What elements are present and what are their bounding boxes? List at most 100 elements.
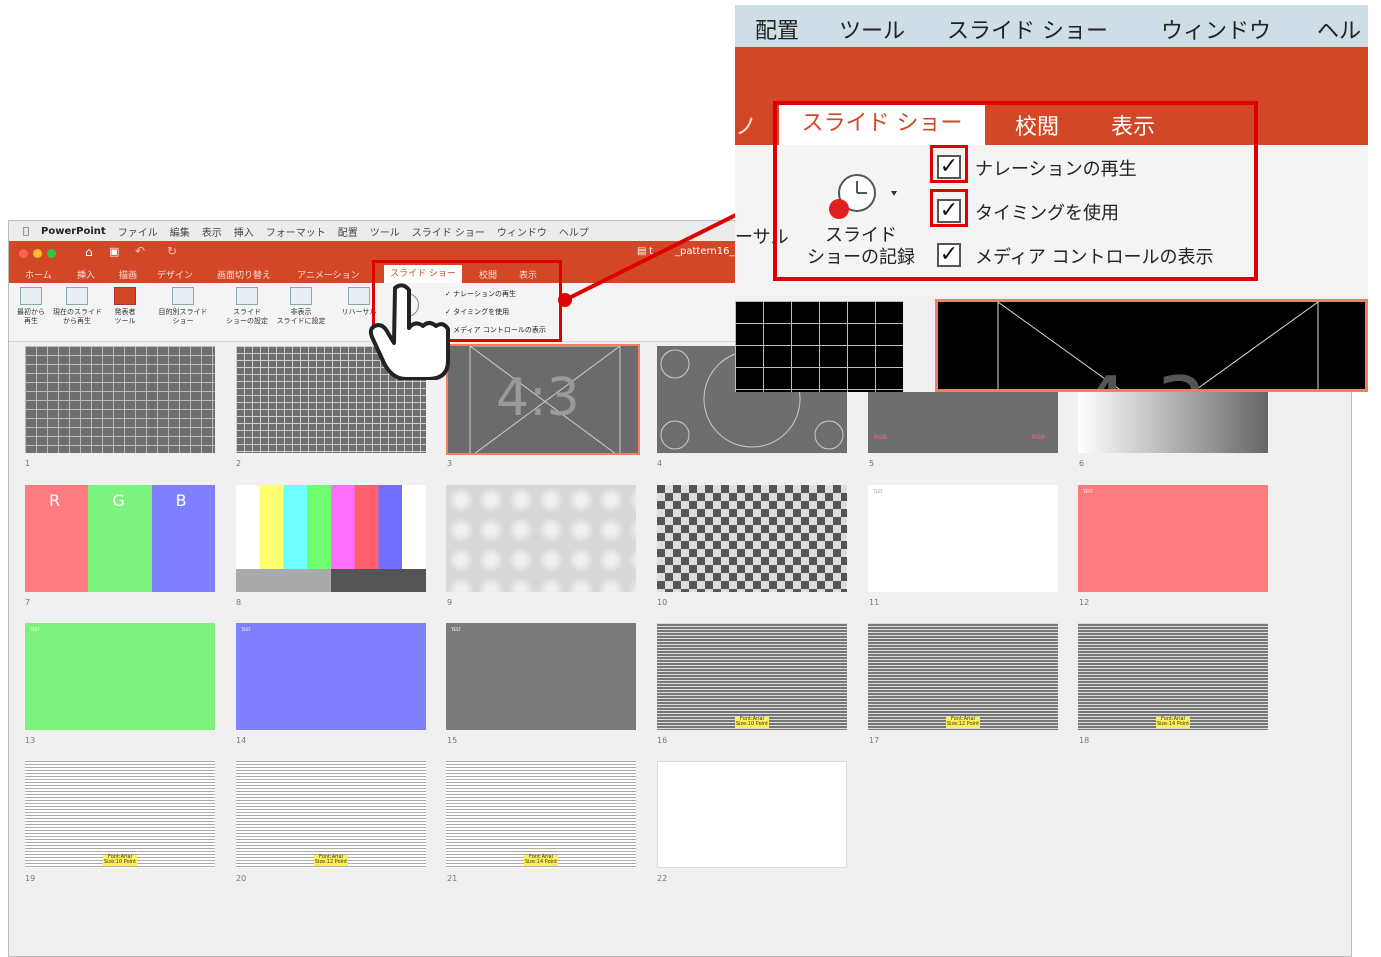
pointing-hand-icon	[368, 283, 450, 380]
tab-transitions[interactable]: 画面切り替え	[217, 268, 271, 281]
slide-thumb[interactable]: Font:Arial Size:10 Point	[657, 623, 847, 730]
slide-number: 5	[869, 459, 875, 468]
slide-thumb-selected[interactable]: 4:3	[446, 344, 640, 455]
font-size-tag: Font:Arial Size:12 Point	[946, 716, 980, 728]
slide-letter-r: R	[25, 485, 89, 592]
menu-tools[interactable]: ツール	[370, 224, 400, 239]
setup-slideshow-button[interactable]: スライド ショーの設定	[223, 287, 271, 326]
custom-show-icon	[172, 287, 194, 305]
slide-number: 22	[657, 874, 668, 883]
slide-thumb[interactable]: Font:Arial Size:14 Point	[446, 761, 636, 868]
close-window-button[interactable]	[19, 249, 28, 258]
menu-slideshow[interactable]: スライド ショー	[412, 224, 485, 239]
tab-home[interactable]: ホーム	[25, 268, 52, 281]
slide-letter-g: G	[88, 485, 152, 592]
slide-number: 19	[25, 874, 36, 883]
slide-number: 17	[869, 736, 880, 745]
home-icon[interactable]: ⌂	[85, 245, 93, 259]
hide-slide-icon	[290, 287, 312, 305]
zoom-window-button[interactable]	[47, 249, 56, 258]
zoom-menu-window[interactable]: ウィンドウ	[1161, 13, 1271, 45]
zoom-tab-fragment: ノ	[735, 115, 758, 140]
slideshow-start-icon	[20, 287, 42, 305]
slide-corner-text: TEST	[1083, 489, 1093, 494]
slide-thumb[interactable]: Font:Arial Size:12 Point	[868, 623, 1058, 730]
setup-icon	[236, 287, 258, 305]
slide-thumb[interactable]: Font:Arial Size:10 Point	[25, 761, 215, 868]
save-icon[interactable]: ▣	[109, 245, 119, 258]
slide-thumb[interactable]	[25, 346, 215, 453]
tab-insert[interactable]: 挿入	[77, 268, 95, 281]
slide-corner-text: TEST	[30, 627, 40, 632]
redo-icon[interactable]: ↻	[167, 244, 177, 258]
menu-edit[interactable]: 編集	[170, 224, 190, 239]
font-size-tag: Font:Arial Size:12 Point	[314, 854, 348, 866]
zoom-menu-help[interactable]: ヘル	[1317, 13, 1361, 45]
custom-show-button[interactable]: 目的別スライド ショー	[155, 287, 211, 326]
zoom-slide-thumb[interactable]	[735, 301, 903, 392]
slide-number: 11	[869, 598, 880, 607]
menu-format[interactable]: フォーマット	[266, 224, 326, 239]
slide-thumb[interactable]: TEST	[25, 623, 215, 730]
slide-number: 16	[657, 736, 668, 745]
zoom-slide-thumb-selected[interactable]: 4:3	[935, 299, 1368, 392]
slide-number: 21	[447, 874, 458, 883]
undo-icon[interactable]: ↶	[135, 244, 145, 258]
slide-number: 2	[236, 459, 242, 468]
slide-thumb[interactable]: TEST	[446, 623, 636, 730]
slide-letter-b: B	[151, 485, 215, 592]
apple-icon[interactable]: 	[23, 226, 29, 237]
slide-number: 9	[447, 598, 453, 607]
slide-corner-text: TEST	[873, 489, 883, 494]
presenter-view-button[interactable]: 発表者 ツール	[101, 287, 149, 326]
zoom-menu-arrange[interactable]: 配置	[755, 13, 799, 45]
zoom-menu-slideshow[interactable]: スライド ショー	[947, 13, 1108, 45]
tab-animations[interactable]: アニメーション	[297, 268, 360, 281]
slide-number: 12	[1079, 598, 1090, 607]
presenter-icon	[114, 287, 136, 305]
slide-thumb[interactable]	[236, 485, 426, 592]
slide-corner-text: TEST	[451, 627, 461, 632]
slide-number: 4	[657, 459, 663, 468]
menu-app-name[interactable]: PowerPoint	[41, 226, 106, 237]
slide-thumb[interactable]: Font:Arial Size:14 Point	[1078, 623, 1268, 730]
font-size-tag: Font:Arial Size:10 Point	[735, 716, 769, 728]
slide-thumb[interactable]: TEST	[868, 485, 1058, 592]
slide-thumb[interactable]	[657, 761, 847, 868]
menu-view[interactable]: 表示	[202, 224, 222, 239]
highlight-checkbox-narration	[930, 145, 968, 183]
slide-number: 8	[236, 598, 242, 607]
zoom-slide-strip: 4:3	[735, 295, 1368, 392]
slide-thumb[interactable]: R G B	[25, 485, 215, 592]
slide-corner-text: TEST	[241, 627, 251, 632]
slide-number: 6	[1079, 459, 1085, 468]
slide-number: 10	[657, 598, 668, 607]
menu-insert[interactable]: 挿入	[234, 224, 254, 239]
slide-thumb[interactable]: Font:Arial Size:12 Point	[236, 761, 426, 868]
zoom-menu-tools[interactable]: ツール	[839, 13, 905, 45]
slide-corner-text: RGB	[874, 434, 887, 441]
slide-corner-text: RGB	[1032, 434, 1045, 441]
menu-file[interactable]: ファイル	[118, 224, 158, 239]
slide-thumb[interactable]	[446, 485, 636, 592]
tab-design[interactable]: デザイン	[157, 268, 193, 281]
play-from-current-button[interactable]: 現在のスライド から再生	[53, 287, 102, 326]
hide-slide-button[interactable]: 非表示 スライドに設定	[273, 287, 329, 326]
font-size-tag: Font:Arial Size:14 Point	[524, 854, 558, 866]
menu-window[interactable]: ウィンドウ	[497, 224, 547, 239]
slide-number: 15	[447, 736, 458, 745]
slide-thumb[interactable]	[657, 485, 847, 592]
font-size-tag: Font:Arial Size:14 Point	[1156, 716, 1190, 728]
slide-number: 1	[25, 459, 31, 468]
slide-number: 3	[447, 459, 453, 468]
minimize-window-button[interactable]	[33, 249, 42, 258]
slide-number: 14	[236, 736, 247, 745]
tab-draw[interactable]: 描画	[119, 268, 137, 281]
slide-number: 20	[236, 874, 247, 883]
play-from-start-button[interactable]: 最初から 再生	[9, 287, 55, 326]
slide-thumb[interactable]: TEST	[236, 623, 426, 730]
slide-big-text: 4:3	[496, 368, 580, 428]
slide-thumb[interactable]: TEST	[1078, 485, 1268, 592]
menu-arrange[interactable]: 配置	[338, 224, 358, 239]
zoom-menubar: 配置 ツール スライド ショー ウィンドウ ヘル	[735, 5, 1368, 47]
